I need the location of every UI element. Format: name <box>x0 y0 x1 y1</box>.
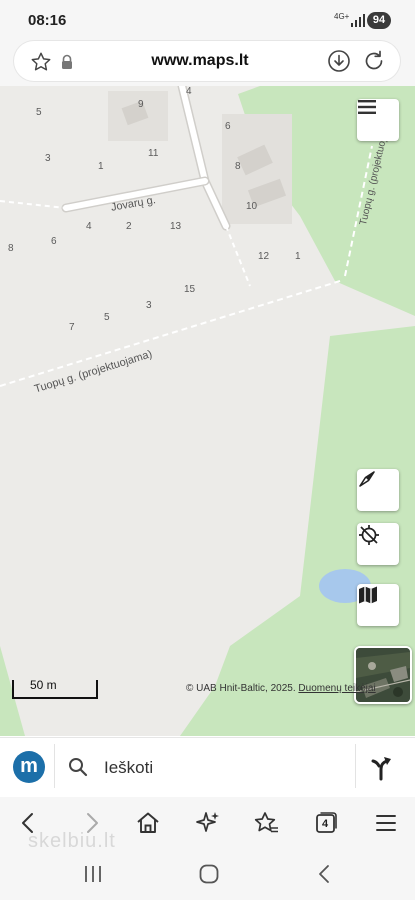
house-number: 13 <box>170 221 182 232</box>
bookmark-star-icon[interactable] <box>30 51 52 73</box>
house-number: 12 <box>258 251 270 262</box>
compass-icon <box>359 471 375 487</box>
compass-button[interactable] <box>357 469 399 511</box>
house-number: 5 <box>36 107 42 118</box>
battery-indicator: 94 <box>367 12 391 29</box>
forward-icon[interactable] <box>78 810 104 836</box>
maps-logo[interactable]: m <box>13 751 45 783</box>
map-layers-button[interactable] <box>357 584 399 626</box>
ai-sparkle-icon[interactable] <box>195 810 221 836</box>
reload-icon[interactable] <box>362 49 386 73</box>
location-off-icon <box>359 525 379 545</box>
map-icon <box>359 586 377 604</box>
map-attribution: © UAB Hnit-Baltic, 2025. Duomenų teikėja… <box>186 683 376 694</box>
tabs-button[interactable]: 4 <box>313 810 339 836</box>
directions-icon[interactable] <box>367 753 395 781</box>
recent-apps-icon[interactable] <box>82 864 104 884</box>
tab-count: 4 <box>321 818 329 830</box>
house-number: 8 <box>8 243 14 254</box>
search-icon[interactable] <box>68 757 88 777</box>
network-type: 4G+ <box>334 12 350 21</box>
data-providers-link[interactable]: Duomenų teikėjai <box>298 683 375 694</box>
house-number: 8 <box>235 161 241 172</box>
download-icon[interactable] <box>327 49 351 73</box>
house-number: 11 <box>148 148 159 159</box>
house-number: 1 <box>98 161 104 172</box>
house-number: 4 <box>86 221 92 232</box>
signal-icon <box>351 14 365 27</box>
house-number: 3 <box>146 300 152 311</box>
house-number: 3 <box>45 153 51 164</box>
locate-me-button[interactable] <box>357 523 399 565</box>
hamburger-icon <box>358 100 376 114</box>
map-canvas <box>0 86 415 736</box>
search-input[interactable]: Ieškoti <box>104 758 153 778</box>
back-icon[interactable] <box>16 810 42 836</box>
home-icon[interactable] <box>135 810 161 836</box>
road-projected <box>0 280 341 387</box>
home-nav-icon[interactable] <box>198 863 220 885</box>
lock-icon[interactable] <box>60 54 74 70</box>
bookmarks-icon[interactable] <box>253 810 279 836</box>
house-number: 6 <box>225 121 231 132</box>
house-number: 15 <box>184 284 196 295</box>
house-number: 5 <box>104 312 110 323</box>
divider <box>355 744 356 788</box>
map-menu-button[interactable] <box>357 99 399 141</box>
house-number: 7 <box>69 322 75 333</box>
house-number: 4 <box>186 86 192 97</box>
search-bar <box>0 737 415 798</box>
satellite-view-toggle[interactable] <box>354 646 412 704</box>
divider <box>54 744 55 788</box>
back-nav-icon[interactable] <box>315 864 335 884</box>
house-number: 2 <box>126 221 132 232</box>
scale-label: 50 m <box>30 678 57 692</box>
house-number: 10 <box>246 201 258 212</box>
status-time: 08:16 <box>28 12 67 29</box>
house-number: 1 <box>295 251 301 262</box>
url-text[interactable]: www.maps.lt <box>120 52 280 70</box>
road-projected <box>0 200 67 209</box>
map-view[interactable]: 9 4 5 6 3 11 1 8 10 2 13 4 6 8 12 1 15 3… <box>0 86 415 736</box>
attribution-text: © UAB Hnit-Baltic, 2025. <box>186 683 296 694</box>
house-number: 6 <box>51 236 57 247</box>
house-number: 9 <box>138 99 144 110</box>
menu-icon[interactable] <box>373 810 399 836</box>
road-projected <box>225 225 251 287</box>
